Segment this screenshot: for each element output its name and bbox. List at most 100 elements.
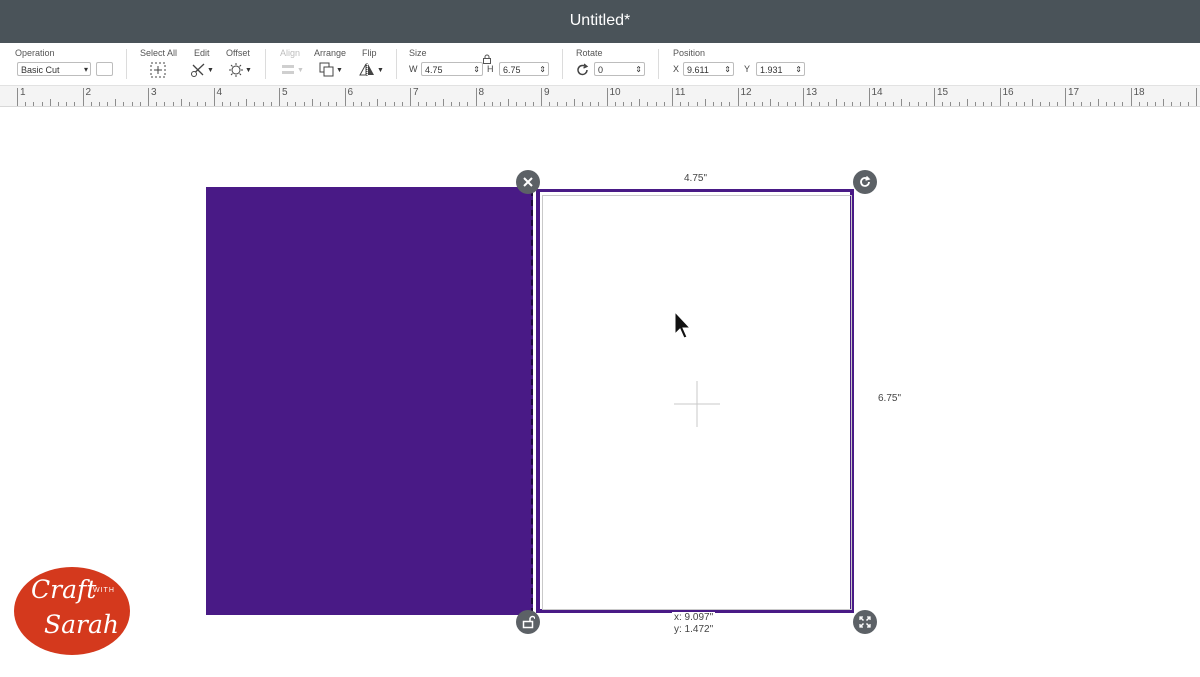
ruler-tick [426, 102, 428, 106]
ruler-tick [1105, 102, 1107, 106]
ruler-tick [893, 102, 895, 106]
height-dimension-label: 6.75" [876, 393, 904, 404]
ruler-tick [737, 88, 739, 106]
rotate-icon [577, 63, 589, 76]
ruler-tick [557, 102, 559, 106]
ruler-tick [57, 102, 59, 106]
ruler-tick [696, 102, 698, 106]
ruler-tick [205, 102, 207, 106]
ruler-tick [1163, 99, 1165, 106]
rotate-icon [860, 175, 871, 187]
y-position-input[interactable]: 1.931 ⇕ [756, 62, 805, 76]
lock-icon[interactable] [482, 54, 492, 64]
operation-value: Basic Cut [21, 65, 60, 75]
ruler-number: 13 [806, 87, 818, 98]
ruler-tick [745, 102, 747, 106]
height-input[interactable]: 6.75 ⇕ [499, 62, 549, 76]
ruler-tick [49, 99, 51, 106]
ruler-tick [246, 99, 248, 106]
operation-select[interactable]: Basic Cut ▾ [17, 62, 91, 76]
rotate-input[interactable]: 0 ⇕ [594, 62, 645, 76]
select-all-button[interactable] [150, 62, 166, 78]
rotate-handle[interactable] [853, 170, 877, 194]
edit-button[interactable]: ▼ [190, 62, 214, 78]
size-label: Size [409, 48, 427, 58]
ruler-tick [1048, 102, 1050, 106]
ruler-tick [942, 102, 944, 106]
ruler-tick [647, 102, 649, 106]
width-label: W [409, 64, 418, 74]
flip-button[interactable]: ▼ [358, 62, 384, 78]
logo-text-sarah: Sarah [44, 610, 119, 639]
ruler-tick [500, 102, 502, 106]
ruler-tick [254, 102, 256, 106]
ruler-tick [1097, 99, 1099, 106]
ruler-tick [1114, 102, 1116, 106]
offset-label: Offset [226, 48, 250, 58]
ruler-tick [655, 102, 657, 106]
ruler-tick [631, 102, 633, 106]
center-crosshair-icon [674, 381, 720, 427]
stepper-icon: ⇕ [795, 65, 802, 74]
ruler-tick [565, 102, 567, 106]
chevron-down-icon: ▾ [83, 65, 88, 74]
rotate-label: Rotate [576, 48, 603, 58]
resize-icon [859, 616, 871, 628]
arrange-button[interactable]: ▼ [319, 62, 343, 78]
ruler-tick [164, 102, 166, 106]
edit-toolbar: Operation Basic Cut ▾ Select All Edit ▼ … [0, 43, 1200, 86]
rotate-value: 0 [598, 65, 604, 75]
ruler-tick [974, 102, 976, 106]
ruler-tick [401, 102, 403, 106]
operation-label: Operation [15, 48, 55, 58]
ruler-tick [1187, 102, 1189, 106]
ruler-tick [803, 88, 804, 106]
ruler-tick [467, 102, 469, 106]
ruler-tick [369, 102, 371, 106]
x-position-input[interactable]: 9.611 ⇕ [683, 62, 734, 76]
ruler-number: 8 [478, 87, 485, 98]
align-button[interactable]: ▼ [280, 62, 304, 78]
card-left-panel[interactable] [206, 187, 533, 615]
ruler-tick [1081, 102, 1083, 106]
ruler-tick [483, 102, 485, 106]
ruler-tick [90, 102, 92, 106]
ruler-tick [1155, 102, 1157, 106]
ruler-tick [319, 102, 321, 106]
ruler-tick [279, 88, 280, 106]
cursor-y-readout: y: 1.472" [674, 624, 714, 635]
chevron-down-icon: ▼ [245, 66, 252, 74]
ruler-tick [82, 88, 84, 106]
ruler-number: 9 [544, 87, 550, 98]
offset-button[interactable]: ▼ [228, 62, 252, 78]
ruler-tick [25, 102, 27, 106]
ruler-tick [352, 102, 354, 106]
ruler-tick [33, 102, 35, 106]
width-value: 4.75 [425, 65, 443, 75]
ruler-tick [991, 102, 993, 106]
ruler-tick [549, 102, 551, 106]
lock-handle[interactable] [516, 610, 540, 634]
ruler-tick [1171, 102, 1173, 106]
ruler-tick [41, 102, 43, 106]
close-icon [523, 177, 533, 187]
ruler-tick [606, 88, 608, 106]
ruler-number: 1 [20, 87, 26, 98]
ruler-number: 7 [413, 87, 419, 98]
ruler-tick [393, 102, 395, 106]
ruler-tick [360, 102, 362, 106]
ruler-tick [1056, 102, 1058, 106]
delete-handle[interactable] [516, 170, 540, 194]
ruler-tick [639, 99, 641, 106]
chevron-down-icon: ▼ [207, 66, 214, 74]
ruler-tick [786, 102, 788, 106]
ruler-tick [999, 88, 1001, 106]
ruler-tick [819, 102, 821, 106]
operation-color-swatch[interactable] [96, 62, 113, 76]
ruler-tick [98, 102, 100, 106]
width-input[interactable]: 4.75 ⇕ [421, 62, 483, 76]
ruler-tick [590, 102, 592, 106]
resize-handle[interactable] [853, 610, 877, 634]
ruler-tick [1024, 102, 1026, 106]
ruler-tick [966, 99, 968, 106]
